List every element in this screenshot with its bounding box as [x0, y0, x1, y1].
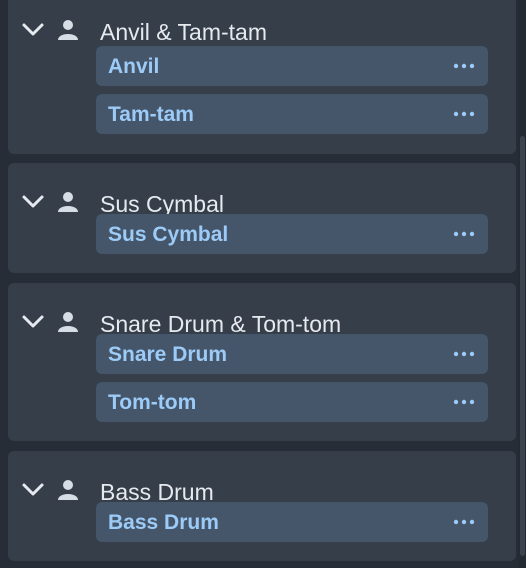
chevron-down-icon[interactable]: [21, 312, 45, 332]
more-horizontal-icon[interactable]: [453, 109, 475, 119]
more-horizontal-icon[interactable]: [453, 229, 475, 239]
instrument-row[interactable]: Sus Cymbal: [96, 214, 488, 254]
instrument-row[interactable]: Tom-tom: [96, 382, 488, 422]
instrument-row[interactable]: Bass Drum: [96, 502, 488, 542]
more-horizontal-icon[interactable]: [453, 349, 475, 359]
scrollbar-thumb[interactable]: [520, 136, 525, 556]
player-card[interactable]: Sus Cymbal Sus Cymbal: [8, 163, 516, 273]
player-name: Anvil & Tam-tam: [100, 19, 268, 45]
instrument-name: Tom-tom: [108, 391, 197, 414]
scrollbar-track[interactable]: [518, 0, 526, 568]
chevron-down-icon[interactable]: [21, 480, 45, 500]
chevron-down-icon[interactable]: [21, 20, 45, 40]
instrument-name: Anvil: [108, 55, 160, 78]
person-icon: [57, 19, 79, 41]
more-horizontal-icon[interactable]: [453, 61, 475, 71]
instrument-name: Tam-tam: [108, 103, 194, 126]
player-card[interactable]: Bass Drum Bass Drum: [8, 451, 516, 561]
players-panel: Anvil & Tam-tam Anvil Tam-tam Sus Cymbal: [0, 0, 526, 568]
instrument-row[interactable]: Tam-tam: [96, 94, 488, 134]
person-icon: [57, 191, 79, 213]
instrument-name: Snare Drum: [108, 343, 228, 366]
chevron-down-icon[interactable]: [21, 192, 45, 212]
instrument-row[interactable]: Anvil: [96, 46, 488, 86]
person-icon: [57, 311, 79, 333]
person-icon: [57, 479, 79, 501]
player-card[interactable]: Anvil & Tam-tam Anvil Tam-tam: [8, 0, 516, 154]
more-horizontal-icon[interactable]: [453, 517, 475, 527]
more-horizontal-icon[interactable]: [453, 397, 475, 407]
player-card[interactable]: Snare Drum & Tom-tom Snare Drum Tom-tom: [8, 283, 516, 441]
instrument-name: Bass Drum: [108, 511, 219, 534]
instrument-row[interactable]: Snare Drum: [96, 334, 488, 374]
instrument-name: Sus Cymbal: [108, 223, 229, 246]
